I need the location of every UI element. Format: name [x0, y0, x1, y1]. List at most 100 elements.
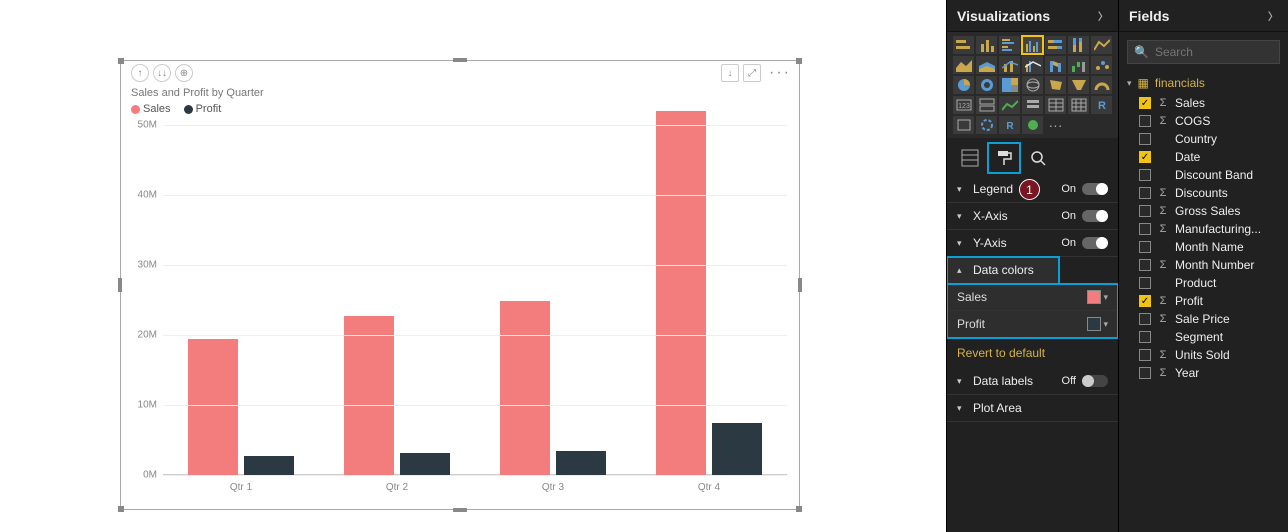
- field-row[interactable]: ✓ΣSales: [1119, 94, 1288, 112]
- field-row[interactable]: ΣManufacturing...: [1119, 220, 1288, 238]
- chevron-right-icon[interactable]: 〉: [1098, 8, 1108, 23]
- visualizations-header[interactable]: Visualizations 〉: [947, 0, 1118, 32]
- ribbon-chart-icon[interactable]: [1045, 56, 1066, 74]
- area-chart-icon[interactable]: [953, 56, 974, 74]
- field-row[interactable]: ΣCOGS: [1119, 112, 1288, 130]
- matrix-icon[interactable]: [1068, 96, 1089, 114]
- report-canvas[interactable]: ↑ ↓↓ ⊕ ↓ ⤢ ··· Sales and Profit by Quart…: [0, 0, 946, 532]
- focus-mode-icon[interactable]: ⤢: [743, 64, 761, 82]
- filled-map-icon[interactable]: [1045, 76, 1066, 94]
- hundred-stacked-column-icon[interactable]: [1068, 36, 1089, 54]
- bar-profit[interactable]: [244, 456, 294, 475]
- field-checkbox[interactable]: [1139, 331, 1151, 343]
- more-options-icon[interactable]: ···: [769, 64, 791, 82]
- field-row[interactable]: ΣYear: [1119, 364, 1288, 382]
- field-checkbox[interactable]: [1139, 187, 1151, 199]
- donut-chart-icon[interactable]: [976, 76, 997, 94]
- r-visual-icon[interactable]: R: [1091, 96, 1112, 114]
- drill-up-icon[interactable]: ↑: [131, 64, 149, 82]
- field-checkbox[interactable]: [1139, 349, 1151, 361]
- line-stacked-column-icon[interactable]: [999, 56, 1020, 74]
- format-plotarea-row[interactable]: ▾ Plot Area: [947, 395, 1118, 422]
- fields-well-icon[interactable]: [955, 144, 985, 172]
- field-checkbox[interactable]: [1139, 223, 1151, 235]
- field-row[interactable]: ✓ΣProfit: [1119, 292, 1288, 310]
- dropdown-arrow-icon[interactable]: ▾: [1103, 292, 1108, 303]
- stacked-column-icon[interactable]: [976, 36, 997, 54]
- bar-group[interactable]: [172, 339, 309, 476]
- hundred-stacked-bar-icon[interactable]: [1045, 36, 1066, 54]
- pie-chart-icon[interactable]: [953, 76, 974, 94]
- key-influencers-icon[interactable]: [976, 116, 997, 134]
- field-row[interactable]: ΣMonth Number: [1119, 256, 1288, 274]
- field-checkbox[interactable]: ✓: [1139, 151, 1151, 163]
- decomposition-icon[interactable]: R: [999, 116, 1020, 134]
- field-checkbox[interactable]: [1139, 115, 1151, 127]
- field-checkbox[interactable]: [1139, 205, 1151, 217]
- fields-search[interactable]: 🔍: [1127, 40, 1280, 64]
- export-icon[interactable]: ↓: [721, 64, 739, 82]
- analytics-icon[interactable]: [1023, 144, 1053, 172]
- field-checkbox[interactable]: ✓: [1139, 97, 1151, 109]
- datalabels-toggle[interactable]: [1082, 375, 1108, 387]
- bar-sales[interactable]: [656, 111, 706, 475]
- line-chart-icon[interactable]: [1091, 36, 1112, 54]
- bar-group[interactable]: [328, 316, 465, 475]
- datacolor-profit-row[interactable]: Profit ▾: [947, 311, 1118, 338]
- table-icon[interactable]: [1045, 96, 1066, 114]
- clustered-bar-icon[interactable]: [999, 36, 1020, 54]
- py-visual-icon[interactable]: [953, 116, 974, 134]
- arcgis-icon[interactable]: [1022, 116, 1043, 134]
- table-financials[interactable]: ▾ ▦ financials: [1119, 72, 1288, 94]
- field-row[interactable]: ΣUnits Sold: [1119, 346, 1288, 364]
- field-row[interactable]: Country: [1119, 130, 1288, 148]
- legend-toggle[interactable]: [1082, 183, 1108, 195]
- multi-card-icon[interactable]: [976, 96, 997, 114]
- format-roller-icon[interactable]: [989, 144, 1019, 172]
- more-visuals-icon[interactable]: ···: [1045, 116, 1066, 134]
- stacked-bar-icon[interactable]: [953, 36, 974, 54]
- chevron-right-icon[interactable]: 〉: [1268, 8, 1278, 23]
- field-checkbox[interactable]: [1139, 241, 1151, 253]
- format-datalabels-row[interactable]: ▾ Data labels Off: [947, 368, 1118, 395]
- bar-sales[interactable]: [344, 316, 394, 475]
- bar-sales[interactable]: [188, 339, 238, 476]
- bar-profit[interactable]: [400, 453, 450, 475]
- sales-color-swatch[interactable]: [1087, 290, 1101, 304]
- format-datacolors-row[interactable]: ▴ Data colors: [947, 257, 1059, 284]
- kpi-icon[interactable]: [999, 96, 1020, 114]
- map-icon[interactable]: [1022, 76, 1043, 94]
- format-yaxis-row[interactable]: ▾ Y-Axis On: [947, 230, 1118, 257]
- field-row[interactable]: Discount Band: [1119, 166, 1288, 184]
- bar-profit[interactable]: [712, 423, 762, 476]
- field-row[interactable]: Segment: [1119, 328, 1288, 346]
- yaxis-toggle[interactable]: [1082, 237, 1108, 249]
- scatter-icon[interactable]: [1091, 56, 1112, 74]
- slicer-icon[interactable]: [1022, 96, 1043, 114]
- dropdown-arrow-icon[interactable]: ▾: [1103, 319, 1108, 330]
- field-row[interactable]: ΣDiscounts: [1119, 184, 1288, 202]
- waterfall-icon[interactable]: [1068, 56, 1089, 74]
- fields-header[interactable]: Fields 〉: [1119, 0, 1288, 32]
- funnel-icon[interactable]: [1068, 76, 1089, 94]
- card-icon[interactable]: 123: [953, 96, 974, 114]
- bar-group[interactable]: [640, 111, 777, 475]
- xaxis-toggle[interactable]: [1082, 210, 1108, 222]
- field-row[interactable]: Product: [1119, 274, 1288, 292]
- field-checkbox[interactable]: [1139, 313, 1151, 325]
- gauge-icon[interactable]: [1091, 76, 1112, 94]
- treemap-icon[interactable]: [999, 76, 1020, 94]
- bar-profit[interactable]: [556, 451, 606, 476]
- bar-group[interactable]: [484, 301, 621, 475]
- revert-default-link[interactable]: Revert to default: [947, 338, 1118, 368]
- field-row[interactable]: ΣSale Price: [1119, 310, 1288, 328]
- field-checkbox[interactable]: [1139, 169, 1151, 181]
- field-checkbox[interactable]: [1139, 277, 1151, 289]
- field-row[interactable]: Month Name: [1119, 238, 1288, 256]
- field-checkbox[interactable]: ✓: [1139, 295, 1151, 307]
- datacolor-sales-row[interactable]: Sales ▾: [947, 284, 1118, 311]
- clustered-column-icon[interactable]: [1022, 36, 1043, 54]
- search-input[interactable]: [1155, 45, 1273, 59]
- field-checkbox[interactable]: [1139, 259, 1151, 271]
- field-row[interactable]: ✓Date: [1119, 148, 1288, 166]
